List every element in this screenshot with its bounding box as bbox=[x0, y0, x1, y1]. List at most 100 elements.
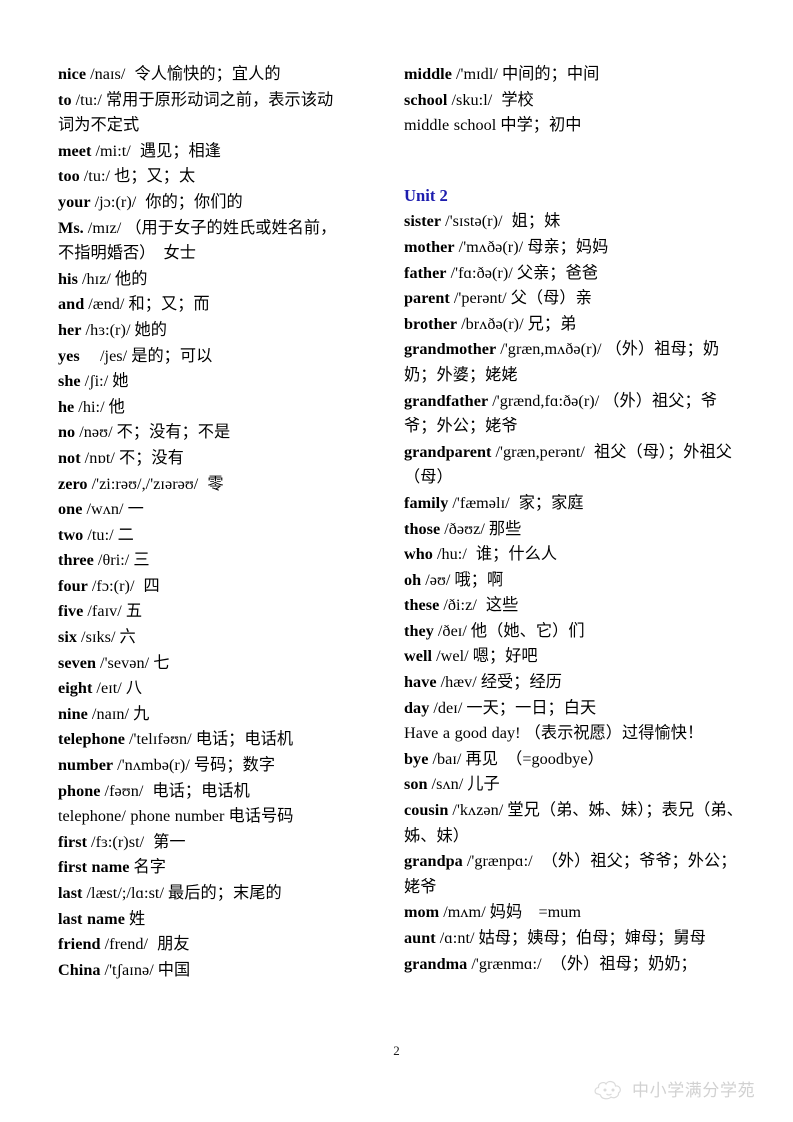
right-entry-list-before-unit: middle/'mɪdl/中间的；中间 school/sku:l/学校 middle… bbox=[404, 62, 749, 139]
vocabulary-entry: number/'nʌmbə(r)/号码；数字 bbox=[58, 753, 348, 779]
entry-definition: 名字 bbox=[133, 858, 166, 877]
entry-headword: grandfather bbox=[404, 391, 489, 410]
vocabulary-entry: cousin/'kʌzən/堂兄（弟、姊、妹）；表兄（弟、姊、妹） bbox=[404, 798, 749, 849]
page-number: 2 bbox=[393, 1043, 400, 1058]
vocabulary-entry: she/ʃi:/她 bbox=[58, 369, 348, 395]
right-column: middle/'mɪdl/中间的；中间 school/sku:l/学校 middle… bbox=[352, 62, 793, 977]
vocabulary-entry: three/θri:/三 bbox=[58, 548, 348, 574]
vocabulary-entry: four/fɔ:(r)/ 四 bbox=[58, 574, 348, 600]
vocabulary-entry: one/wʌn/一 bbox=[58, 497, 348, 523]
entry-definition: 谁；什么人 bbox=[475, 545, 558, 564]
entry-definition: 令人愉快的；宜人的 bbox=[134, 65, 281, 83]
entry-headword: mom bbox=[404, 903, 440, 922]
document-page: nice/naɪs/令人愉快的；宜人的 to/tu:/常用于原形动词之前，表示该动… bbox=[0, 0, 793, 1122]
entry-definition: 四 bbox=[143, 576, 160, 595]
entry-definition: 那些 bbox=[488, 519, 522, 538]
entry-pronunciation: /ðəʊz/ bbox=[444, 519, 485, 538]
entry-pronunciation: /sku:l/ bbox=[451, 90, 493, 109]
entry-headword: mother bbox=[404, 237, 455, 256]
entry-headword: they bbox=[404, 621, 434, 640]
vocabulary-entry: phone/fəʊn/电话；电话机 bbox=[58, 779, 348, 805]
entry-pronunciation: /'tʃaɪnə/ bbox=[104, 960, 154, 979]
entry-headword: school bbox=[404, 90, 448, 109]
entry-definition: 八 bbox=[125, 679, 143, 698]
entry-headword: parent bbox=[404, 289, 450, 308]
entry-pronunciation: /ænd/ bbox=[88, 295, 125, 314]
entry-definition: 一 bbox=[127, 500, 144, 519]
vocabulary-entry: brother/brʌðə(r)/兄；弟 bbox=[404, 312, 749, 338]
vocabulary-entry: last name 姓 bbox=[58, 907, 348, 933]
entry-headword: last name bbox=[58, 909, 125, 928]
entry-headword: nine bbox=[58, 704, 88, 723]
entry-definition: 九 bbox=[133, 704, 150, 723]
vocabulary-entry: grandfather/'grænd,fɑ:ðə(r)/（外）祖父；爷爷；外公；… bbox=[404, 389, 749, 440]
entry-headword: zero bbox=[58, 474, 88, 493]
entry-definition: 她 bbox=[112, 372, 129, 391]
entry-headword: too bbox=[58, 167, 80, 186]
vocabulary-entry: middle school 中学；初中 bbox=[404, 113, 749, 139]
entry-pronunciation: /'fæməlɪ/ bbox=[452, 493, 510, 512]
entry-pronunciation: /fɔ:(r)/ bbox=[91, 576, 135, 595]
entry-definition: 再见 （=goodbye） bbox=[465, 749, 604, 768]
vocabulary-entry: those/ðəʊz/那些 bbox=[404, 517, 749, 543]
entry-pronunciation: /'sevən/ bbox=[100, 653, 150, 672]
entry-pronunciation: /faɪv/ bbox=[87, 602, 122, 621]
entry-headword: two bbox=[58, 525, 84, 544]
vocabulary-entry: first name 名字 bbox=[58, 855, 348, 881]
entry-definition: 遇见；相逢 bbox=[139, 141, 222, 160]
entry-headword: five bbox=[58, 602, 84, 621]
entry-pronunciation: /hu:/ bbox=[436, 545, 467, 564]
entry-headword: your bbox=[58, 192, 91, 211]
vocabulary-entry: they/ðeɪ/他（她、它）们 bbox=[404, 619, 749, 645]
vocabulary-entry: your/jɔ:(r)/ 你的；你们的 bbox=[58, 190, 348, 216]
vocabulary-entry: middle/'mɪdl/中间的；中间 bbox=[404, 62, 749, 88]
entry-pronunciation: /wʌn/ bbox=[86, 500, 124, 519]
entry-headword: three bbox=[58, 551, 94, 570]
vocabulary-entry: oh/əʊ/哦；啊 bbox=[404, 568, 749, 594]
entry-headword: nice bbox=[58, 65, 87, 83]
entry-definition: 二 bbox=[117, 525, 134, 544]
entry-headword: six bbox=[58, 628, 78, 647]
entry-definition: 朋友 bbox=[157, 935, 190, 954]
entry-definition: 零 bbox=[207, 474, 224, 493]
entry-pronunciation: /fəʊn/ bbox=[104, 781, 144, 800]
vocabulary-entry: bye/baɪ/再见 （=goodbye） bbox=[404, 747, 749, 773]
entry-headword: grandma bbox=[404, 954, 468, 973]
entry-definition: 三 bbox=[133, 551, 150, 570]
entry-pronunciation: /'grænd,fɑ:ðə(r)/ bbox=[492, 391, 600, 410]
cloud-face-logo-icon bbox=[594, 1080, 621, 1100]
entry-pronunciation: /mɪz/ bbox=[87, 218, 122, 237]
entry-pronunciation: /ʃi:/ bbox=[84, 372, 109, 391]
vocabulary-entry: grandma/'grænmɑ:/ （外）祖母；奶奶； bbox=[404, 952, 749, 978]
vocabulary-entry: well/wel/嗯；好吧 bbox=[404, 644, 749, 670]
entry-headword: brother bbox=[404, 314, 458, 333]
entry-headword: bye bbox=[404, 749, 429, 768]
entry-pronunciation: /ði:z/ bbox=[443, 596, 477, 615]
vocabulary-entry: aunt/ɑ:nt/姑母；姨母；伯母；婶母；舅母 bbox=[404, 926, 749, 952]
entry-pronunciation: /naɪn/ bbox=[91, 704, 130, 723]
entry-pronunciation: /'perənt/ bbox=[453, 289, 507, 308]
entry-headword: to bbox=[58, 90, 72, 109]
vocabulary-entry: family/'fæməlɪ/家；家庭 bbox=[404, 491, 749, 517]
vocabulary-entry: grandpa/'grænpɑ:/（外）祖父；爷爷；外公；姥爷 bbox=[404, 849, 749, 900]
entry-pronunciation: /hi:/ bbox=[78, 397, 105, 416]
entry-definition: 一天；一日；白天 bbox=[466, 698, 597, 717]
entry-headword: she bbox=[58, 372, 81, 391]
vocabulary-entry: not/nɒt/不；没有 bbox=[58, 446, 348, 472]
vocabulary-entry: parent/'perənt/父（母）亲 bbox=[404, 286, 749, 312]
entry-definition: 你的；你们的 bbox=[145, 192, 243, 211]
entry-pronunciation: /nəʊ/ bbox=[79, 423, 113, 442]
entry-definition: 姑母；姨母；伯母；婶母；舅母 bbox=[478, 929, 706, 947]
entry-headword: her bbox=[58, 320, 82, 339]
vocabulary-entry: son/sʌn/儿子 bbox=[404, 772, 749, 798]
vocabulary-entry: have/hæv/经受；经历 bbox=[404, 670, 749, 696]
vocabulary-entry: mom/mʌm/妈妈 =mum bbox=[404, 900, 749, 926]
entry-pronunciation: /'græn,mʌðə(r)/ bbox=[500, 340, 602, 359]
entry-headword: telephone bbox=[58, 730, 125, 749]
entry-definition: （外）祖母；奶奶； bbox=[550, 954, 697, 973]
vocabulary-entry: no/nəʊ/不；没有；不是 bbox=[58, 420, 348, 446]
vocabulary-entry: he/hi:/他 bbox=[58, 395, 348, 421]
entry-headword: those bbox=[404, 519, 441, 538]
entry-definition: 六 bbox=[119, 628, 136, 647]
entry-definition: 妈妈 =mum bbox=[489, 903, 582, 922]
